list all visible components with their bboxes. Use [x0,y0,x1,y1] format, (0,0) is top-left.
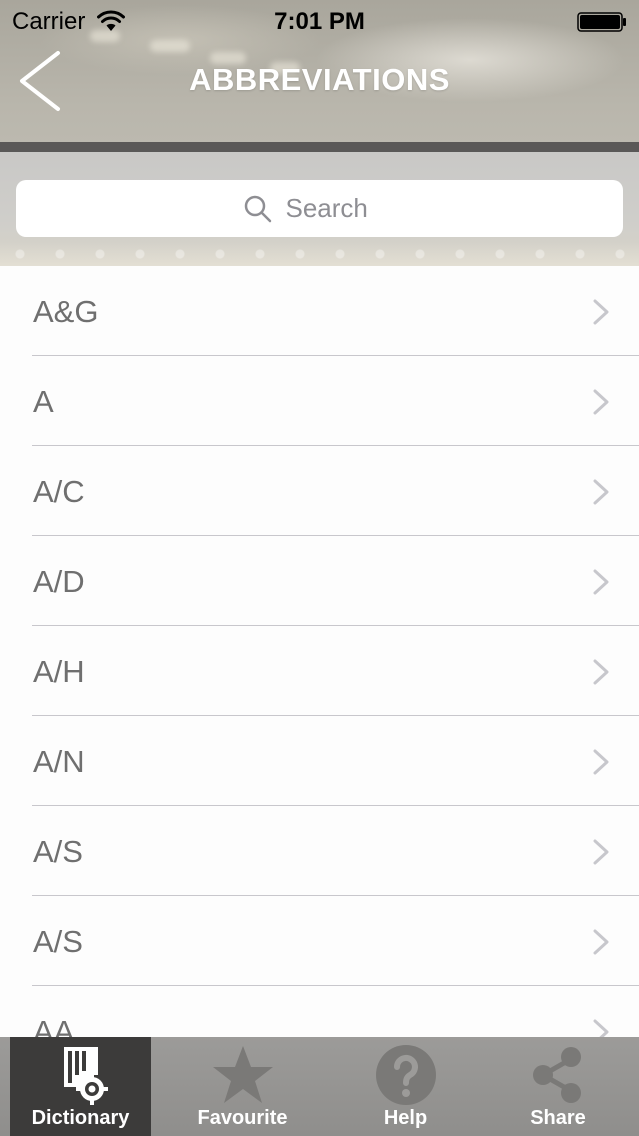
list-item[interactable]: A [0,356,639,446]
tab-help[interactable]: Help [334,1037,477,1136]
list-item-label: A/C [33,474,85,509]
share-icon [533,1047,581,1103]
tab-label: Favourite [197,1107,288,1129]
abbreviation-list[interactable]: A&G A A/C A/D A/H A/N A/S A/S AA [0,266,639,1038]
battery-icon [577,12,626,32]
chevron-right-icon [593,299,609,325]
list-item-label: A/S [33,924,83,959]
tab-label: Share [530,1107,586,1129]
page-title: ABBREVIATIONS [189,62,450,97]
list-item-label: AA [33,1014,75,1038]
list-item-label: A/H [33,654,85,689]
chevron-right-icon [593,749,609,775]
list-item-label: A/N [33,744,85,779]
chevron-right-icon [593,659,609,685]
list-item[interactable]: A/S [0,896,639,986]
search-input[interactable] [285,193,396,224]
screen: Carrier 7:01 PM ABBREVIATIONS A&G [0,0,639,1136]
list-item-label: A/D [33,564,85,599]
list-item-label: A/S [33,834,83,869]
search-field[interactable] [16,180,623,237]
dictionary-icon [63,1047,108,1105]
tab-favourite[interactable]: Favourite [151,1037,334,1136]
list-item[interactable]: A/S [0,806,639,896]
chevron-right-icon [593,839,609,865]
tab-label: Help [383,1107,428,1129]
tab-bar: Dictionary Favourite Help Share [0,1037,639,1136]
tab-share[interactable]: Share [477,1037,639,1136]
list-item[interactable]: A/D [0,536,639,626]
star-icon [212,1046,273,1103]
chevron-right-icon [593,929,609,955]
tab-label: Dictionary [31,1107,130,1129]
search-icon [244,195,271,222]
list-item[interactable]: A/N [0,716,639,806]
chevron-right-icon [593,389,609,415]
list-item[interactable]: A/C [0,446,639,536]
list-item-label: A&G [33,294,99,329]
help-icon [375,1045,436,1105]
chevron-right-icon [593,569,609,595]
status-bar: Carrier 7:01 PM [0,0,639,40]
chevron-right-icon [593,479,609,505]
list-item[interactable]: AA [0,986,639,1038]
chevron-right-icon [593,1019,609,1038]
header-divider [0,142,639,152]
list-item[interactable]: A/H [0,626,639,716]
list-item[interactable]: A&G [0,266,639,356]
tab-bar-spacer [0,1037,10,1136]
list-item-label: A [33,384,54,419]
status-time: 7:01 PM [274,8,365,35]
tab-dictionary[interactable]: Dictionary [10,1037,151,1136]
